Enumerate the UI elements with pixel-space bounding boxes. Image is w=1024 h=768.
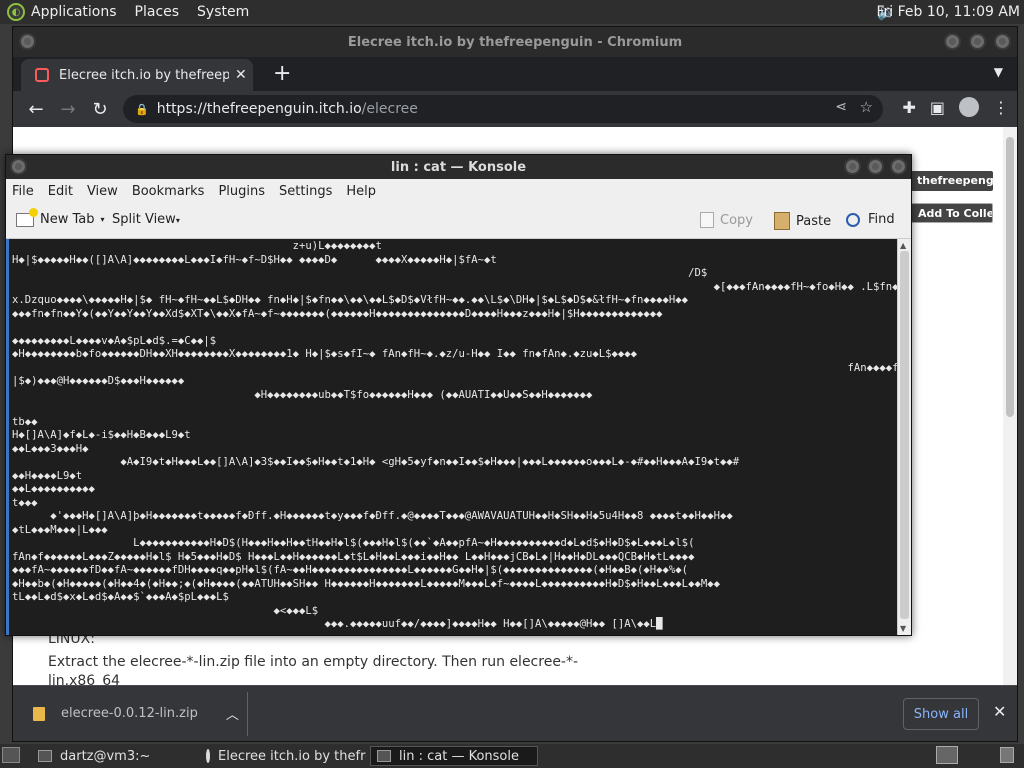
magnifier-icon: [846, 212, 860, 227]
extensions-puzzle-icon[interactable]: ✚: [902, 98, 915, 117]
menu-places[interactable]: Places: [135, 4, 180, 20]
top-panel: ◐ Applications Places System 🔉 Fri Feb 1…: [0, 0, 1024, 24]
menu-edit[interactable]: Edit: [48, 184, 73, 199]
konsole-titlebar[interactable]: lin : cat — Konsole: [6, 155, 911, 179]
new-tab-dropdown-icon[interactable]: ▾: [101, 215, 105, 224]
back-arrow-icon[interactable]: ←: [27, 99, 45, 120]
paste-label: Paste: [796, 213, 832, 229]
new-tab-button[interactable]: New Tab ▾: [16, 207, 105, 227]
konsole-toolbar: New Tab ▾ Split View▾ Copy Paste Find: [6, 203, 911, 239]
task-chromium[interactable]: Elecree itch.io by thefreepenguin - Chro…: [200, 746, 366, 766]
itch-favicon-icon: [35, 68, 49, 82]
window-menu-button[interactable]: [19, 33, 36, 50]
clock[interactable]: Fri Feb 10, 11:09 AM: [876, 4, 1020, 20]
task-konsole[interactable]: lin : cat — Konsole: [370, 746, 538, 766]
page-scroll-thumb[interactable]: [1006, 137, 1014, 417]
menu-bookmarks[interactable]: Bookmarks: [132, 184, 205, 199]
find-label: Find: [868, 212, 895, 227]
show-desktop-icon[interactable]: [2, 747, 20, 763]
copy-button[interactable]: Copy: [700, 212, 753, 228]
konsole-minimize-button[interactable]: [844, 158, 861, 175]
bottom-taskbar: dartz@vm3:~ Elecree itch.io by thefreepe…: [0, 744, 1024, 768]
menu-help[interactable]: Help: [346, 184, 376, 199]
add-to-collection-button[interactable]: Add To Collection: [911, 203, 993, 223]
download-item[interactable]: elecree-0.0.12-lin.zip ︿: [33, 704, 239, 723]
page-scrollbar[interactable]: [1003, 127, 1017, 687]
menu-view[interactable]: View: [87, 184, 118, 199]
menu-plugins[interactable]: Plugins: [218, 184, 265, 199]
tab-title: Elecree itch.io by thefreepenguin: [59, 67, 229, 83]
tab-search-chevron-icon[interactable]: ▼: [994, 65, 1003, 79]
file-icon: [33, 706, 45, 721]
split-view-label: Split View: [112, 212, 176, 227]
owner-profile-button[interactable]: thefreepenguin: [911, 171, 993, 191]
window-title: Elecree itch.io by thefreepenguin - Chro…: [347, 34, 683, 50]
task-konsole-label: lin : cat — Konsole: [399, 748, 519, 764]
scroll-up-arrow-icon[interactable]: ▲: [900, 241, 906, 250]
divider: [247, 692, 248, 736]
url-path: /elecree: [361, 101, 418, 117]
workspace-switcher[interactable]: [936, 746, 958, 764]
task-chromium-label: Elecree itch.io by thefreepenguin - Chro…: [218, 748, 366, 764]
paste-button[interactable]: Paste: [774, 212, 831, 230]
download-filename: elecree-0.0.12-lin.zip: [61, 706, 198, 721]
paste-clipboard-icon: [774, 212, 790, 230]
forward-arrow-icon[interactable]: →: [59, 99, 77, 120]
url-host: https://thefreepenguin.itch.io: [156, 101, 362, 117]
kebab-menu-icon[interactable]: ⋮: [993, 98, 1009, 117]
chromium-icon: [206, 749, 210, 763]
split-view-dropdown-icon: ▾: [175, 216, 180, 225]
new-tab-label: New Tab: [40, 212, 95, 227]
konsole-window: lin : cat — Konsole File Edit View Bookm…: [5, 154, 912, 636]
terminal-scrollbar[interactable]: ▲ ▼: [897, 239, 911, 635]
task-terminal[interactable]: dartz@vm3:~: [32, 746, 196, 766]
split-view-button[interactable]: Split View▾: [112, 212, 180, 227]
bookmark-star-icon[interactable]: ☆: [860, 98, 873, 116]
terminal-output[interactable]: z+u)L◆◆◆◆◆◆◆◆t H◆|$◆◆◆◆◆H◆◆([]A\A]◆◆◆◆◆◆…: [6, 239, 898, 635]
tab-close-icon[interactable]: ✕: [235, 67, 247, 83]
konsole-window-menu-button[interactable]: [10, 158, 27, 175]
minimize-button[interactable]: [944, 33, 961, 50]
close-downloads-icon[interactable]: ✕: [993, 702, 1006, 721]
browser-tab[interactable]: Elecree itch.io by thefreepenguin ✕: [21, 59, 253, 91]
terminal-icon: [38, 750, 52, 762]
gnome-logo-icon[interactable]: ◐: [7, 3, 25, 21]
chevron-up-icon[interactable]: ︿: [226, 704, 239, 723]
konsole-menubar: File Edit View Bookmarks Plugins Setting…: [6, 179, 911, 203]
menu-applications[interactable]: Applications: [31, 4, 117, 20]
terminal-text: z+u)L◆◆◆◆◆◆◆◆t H◆|$◆◆◆◆◆H◆◆([]A\A]◆◆◆◆◆◆…: [12, 240, 898, 630]
copy-icon: [700, 212, 714, 228]
find-button[interactable]: Find: [846, 212, 895, 227]
close-window-button[interactable]: [994, 33, 1011, 50]
new-tab-icon[interactable]: +: [273, 61, 291, 86]
konsole-close-button[interactable]: [890, 158, 907, 175]
reload-icon[interactable]: ↻: [91, 99, 109, 120]
menu-system[interactable]: System: [197, 4, 249, 20]
konsole-title: lin : cat — Konsole: [390, 159, 527, 175]
trash-icon[interactable]: [1000, 747, 1014, 763]
task-terminal-label: dartz@vm3:~: [60, 748, 151, 764]
konsole-icon: [377, 750, 391, 762]
copy-label: Copy: [720, 212, 753, 228]
menu-file[interactable]: File: [12, 184, 34, 199]
address-bar[interactable]: 🔒 https://thefreepenguin.itch.io/elecree…: [123, 95, 883, 123]
chromium-titlebar[interactable]: Elecree itch.io by thefreepenguin - Chro…: [13, 27, 1017, 57]
konsole-maximize-button[interactable]: [867, 158, 884, 175]
maximize-button[interactable]: [969, 33, 986, 50]
share-icon[interactable]: ⋖: [835, 99, 847, 115]
new-tab-icon: [16, 207, 38, 227]
show-all-button[interactable]: Show all: [903, 698, 979, 730]
tab-strip: Elecree itch.io by thefreepenguin ✕ + ▼: [13, 57, 1017, 91]
menu-settings[interactable]: Settings: [279, 184, 332, 199]
browser-toolbar: ← → ↻ 🔒 https://thefreepenguin.itch.io/e…: [13, 91, 1017, 127]
scroll-down-arrow-icon[interactable]: ▼: [900, 624, 906, 633]
terminal-scroll-thumb[interactable]: [900, 251, 909, 619]
side-panel-icon[interactable]: ▣: [930, 98, 945, 117]
downloads-bar: elecree-0.0.12-lin.zip ︿ Show all ✕: [13, 685, 1017, 741]
lock-icon[interactable]: 🔒: [135, 103, 149, 116]
profile-avatar-icon[interactable]: [959, 97, 979, 117]
